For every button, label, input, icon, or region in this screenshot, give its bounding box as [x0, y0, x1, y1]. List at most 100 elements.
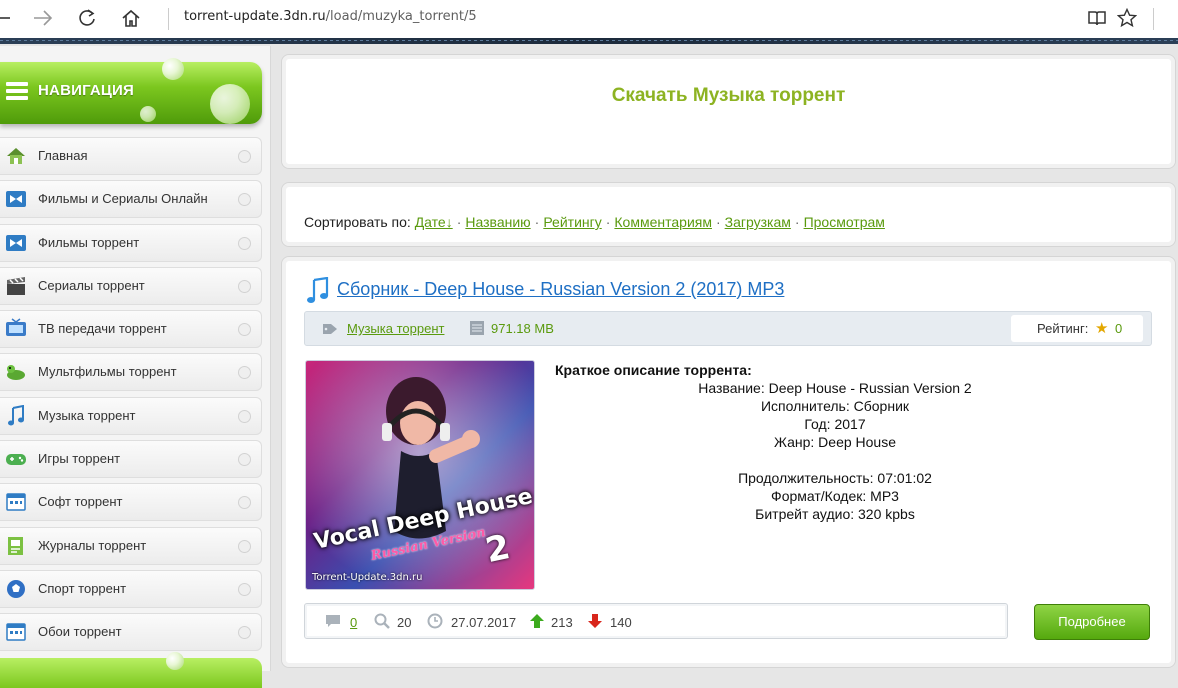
- sidebar-item-sport[interactable]: Спорт торрент: [0, 569, 262, 608]
- address-bar[interactable]: torrent-update.3dn.ru/load/muzyka_torren…: [184, 9, 477, 24]
- file-size-icon: [470, 321, 484, 335]
- sidebar-item-magazines[interactable]: Журналы торрент: [0, 526, 262, 565]
- sort-by-name[interactable]: Названию: [465, 214, 530, 230]
- album-cover-image[interactable]: Vocal Deep House Russian Version 2 Torre…: [305, 360, 535, 590]
- sidebar-item-series[interactable]: Сериалы торрент: [0, 266, 262, 305]
- sidebar-item-tv[interactable]: ТВ передачи торрент: [0, 310, 262, 349]
- film-icon: [5, 188, 27, 210]
- sidebar-item-label: ТВ передачи торрент: [38, 321, 167, 337]
- wallpaper-icon: [5, 621, 27, 643]
- sidebar-item-label: Фильмы и Сериалы Онлайн: [38, 191, 208, 207]
- sidebar-item-games[interactable]: Игры торрент: [0, 440, 262, 479]
- sidebar-item-label: Софт торрент: [38, 494, 123, 510]
- forward-icon[interactable]: [28, 4, 58, 32]
- gamepad-icon: [5, 448, 27, 470]
- sidebar-item-label: Журналы торрент: [38, 537, 147, 553]
- category-link[interactable]: Музыка торрент: [347, 321, 444, 336]
- description-line: Продолжительность: 07:01:02: [738, 470, 932, 486]
- sort-by-date[interactable]: Дате↓: [415, 214, 453, 230]
- magazine-icon: [5, 535, 27, 557]
- description-line: Формат/Кодек: MP3: [771, 488, 899, 504]
- back-icon[interactable]: [0, 4, 18, 32]
- comment-icon: [325, 613, 341, 629]
- sidebar-item-wallpapers[interactable]: Обои торрент: [0, 613, 262, 652]
- sidebar-item-cartoons[interactable]: Мультфильмы торрент: [0, 353, 262, 392]
- clapper-icon: [5, 275, 27, 297]
- sidebar-item-home[interactable]: Главная: [0, 137, 262, 175]
- decor-ball-icon: [210, 84, 250, 124]
- rating-label: Рейтинг:: [1037, 321, 1089, 336]
- entry-title-link[interactable]: Сборник - Deep House - Russian Version 2…: [337, 279, 784, 300]
- software-icon: [5, 491, 27, 513]
- description-line: Жанр: Deep House: [774, 434, 896, 450]
- rating-box: Рейтинг: ★ 0: [1011, 315, 1143, 342]
- comments-count[interactable]: 0: [350, 615, 357, 630]
- entry-stats-bar: 0 20 27.07.2017 213 140: [304, 603, 1008, 639]
- details-button[interactable]: Подробнее: [1034, 604, 1150, 640]
- decor-ball-icon: [166, 652, 184, 670]
- sort-label: Сортировать по:: [304, 214, 411, 230]
- sort-by-downloads[interactable]: Загрузкам: [725, 214, 791, 230]
- seeders-count: 213: [551, 615, 573, 630]
- sort-panel: Сортировать по: Дате↓ · Названию · Рейтингу ·…: [281, 182, 1176, 247]
- nav-footer-block: [0, 652, 262, 688]
- entry-date: 27.07.2017: [451, 615, 517, 630]
- sidebar-item-label: Мультфильмы торрент: [38, 364, 177, 380]
- sidebar-item-label: Музыка торрент: [38, 407, 136, 423]
- refresh-icon[interactable]: [72, 4, 102, 32]
- url-path: /load/muzyka_torrent/5: [325, 9, 477, 24]
- arrow-up-icon: [529, 613, 545, 629]
- sidebar-item-label: Спорт торрент: [38, 580, 127, 596]
- film-icon: [5, 232, 27, 254]
- sidebar-item-films-online[interactable]: Фильмы и Сериалы Онлайн: [0, 180, 262, 219]
- tag-icon: [323, 322, 337, 334]
- reading-view-icon[interactable]: [1082, 4, 1112, 32]
- views-search-icon: [374, 613, 390, 629]
- music-note-icon: [306, 276, 330, 305]
- nav-title: НАВИГАЦИЯ: [38, 82, 134, 99]
- browser-toolbar: torrent-update.3dn.ru/load/muzyka_torren…: [0, 0, 1178, 39]
- sidebar-item-label: Игры торрент: [38, 451, 121, 467]
- ball-icon: [5, 578, 27, 600]
- cover-watermark: Torrent-Update.3dn.ru: [312, 572, 423, 583]
- title-panel: Скачать Музыка торрент: [281, 54, 1176, 169]
- description-line: Название: Deep House - Russian Version 2: [698, 380, 972, 396]
- page-title: Скачать Музыка торрент: [611, 85, 846, 106]
- nav-header: НАВИГАЦИЯ: [0, 58, 262, 124]
- sidebar-item-films[interactable]: Фильмы торрент: [0, 223, 262, 262]
- sidebar: НАВИГАЦИЯ Главная Фильмы и Сериалы Онлай…: [0, 46, 271, 688]
- sort-by-comments[interactable]: Комментариям: [614, 214, 712, 230]
- file-size: 971.18 MB: [491, 321, 554, 336]
- home-icon: [5, 145, 27, 167]
- sidebar-item-software[interactable]: Софт торрент: [0, 483, 262, 522]
- sidebar-item-label: Главная: [38, 148, 88, 163]
- cartoon-icon: [5, 361, 27, 383]
- sort-by-rating[interactable]: Рейтингу: [543, 214, 601, 230]
- entry-meta-bar: Музыка торрент 971.18 MB Рейтинг: ★ 0: [304, 311, 1152, 346]
- sidebar-item-label: Сериалы торрент: [38, 277, 145, 293]
- decor-ball-icon: [140, 106, 156, 122]
- home-icon[interactable]: [116, 4, 146, 32]
- menu-icon: [6, 82, 28, 104]
- clock-icon: [427, 613, 443, 629]
- favorite-star-icon[interactable]: [1112, 4, 1142, 32]
- sidebar-item-music[interactable]: Музыка торрент: [0, 396, 262, 435]
- rating-value: 0: [1115, 321, 1123, 336]
- arrow-down-icon: [587, 613, 603, 629]
- description-line: Исполнитель: Сборник: [760, 398, 910, 414]
- description-line: Битрейт аудио: 320 kpbs: [755, 506, 915, 522]
- sidebar-item-label: Обои торрент: [38, 624, 122, 640]
- views-count: 20: [397, 615, 412, 630]
- entry-description: Краткое описание торрента: Название: Dee…: [555, 361, 1115, 523]
- sort-by-views[interactable]: Просмотрам: [804, 214, 885, 230]
- star-icon: ★: [1095, 320, 1109, 337]
- sort-bar: Сортировать по: Дате↓ · Названию · Рейтингу ·…: [304, 214, 885, 230]
- leechers-count: 140: [610, 615, 632, 630]
- music-note-icon: [5, 404, 27, 427]
- description-line: Год: 2017: [804, 416, 866, 432]
- description-line: [555, 451, 1115, 469]
- decor-ball-icon: [162, 58, 184, 80]
- description-heading: Краткое описание торрента:: [555, 362, 752, 378]
- nav-list: Главная Фильмы и Сериалы Онлайн Фильмы т…: [0, 137, 262, 657]
- torrent-entry: Сборник - Deep House - Russian Version 2…: [281, 256, 1176, 668]
